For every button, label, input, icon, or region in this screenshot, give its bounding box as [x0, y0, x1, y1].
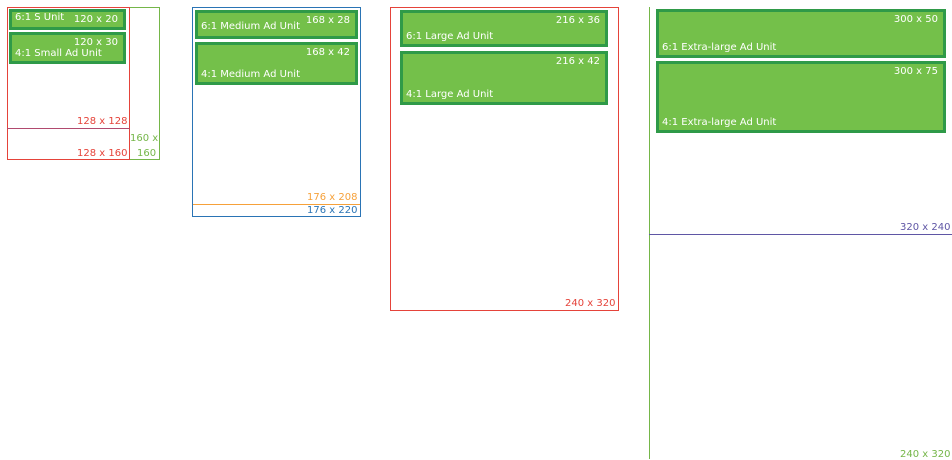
ad-unit-size: 120 x 30 — [73, 37, 118, 48]
screen-label-240x320-xl: 240 x 320 — [900, 449, 951, 460]
ad-unit-4-1-small: 120 x 30 4:1 Small Ad Unit — [9, 32, 126, 64]
screen-label-240x320: 240 x 320 — [565, 298, 616, 309]
ad-unit-4-1-extra-large: 300 x 75 4:1 Extra-large Ad Unit — [656, 61, 946, 133]
ad-unit-6-1-large: 216 x 36 6:1 Large Ad Unit — [400, 10, 608, 47]
ad-unit-name: 6:1 Medium Ad Unit — [201, 21, 300, 32]
screen-label-128x160: 128 x 160 — [77, 148, 128, 159]
screen-divider-128x128 — [7, 128, 130, 129]
screen-label-128x128: 128 x 128 — [77, 116, 128, 127]
ad-unit-4-1-medium: 168 x 42 4:1 Medium Ad Unit — [195, 42, 358, 85]
ad-unit-name: 6:1 Large Ad Unit — [406, 31, 494, 42]
ad-unit-name: 4:1 Large Ad Unit — [406, 89, 494, 100]
ad-unit-name: 6:1 S Unit — [15, 12, 65, 23]
ad-unit-size: 300 x 50 — [893, 14, 938, 25]
ad-unit-size: 168 x 28 — [305, 15, 350, 26]
screen-label-176x208: 176 x 208 — [307, 192, 358, 203]
ad-unit-name: 4:1 Small Ad Unit — [15, 48, 102, 59]
ad-unit-4-1-large: 216 x 42 4:1 Large Ad Unit — [400, 51, 608, 105]
ad-unit-name: 6:1 Extra-large Ad Unit — [662, 42, 777, 53]
ad-unit-name: 4:1 Extra-large Ad Unit — [662, 117, 777, 128]
ad-unit-size: 168 x 42 — [305, 47, 350, 58]
ad-unit-size: 216 x 36 — [555, 15, 600, 26]
screen-label-160x160-line2: 160 — [137, 148, 157, 159]
screen-label-320x240: 320 x 240 — [900, 222, 951, 233]
ad-unit-size: 300 x 75 — [893, 66, 938, 77]
ad-unit-6-1-small: 6:1 S Unit 120 x 20 — [9, 9, 126, 30]
screen-label-160x160-line1: 160 x — [130, 133, 159, 144]
screen-divider-320x240 — [649, 234, 952, 235]
ad-unit-size: 216 x 42 — [555, 56, 600, 67]
screen-edge-240x320 — [649, 7, 650, 459]
ad-unit-6-1-extra-large: 300 x 50 6:1 Extra-large Ad Unit — [656, 9, 946, 58]
screen-label-176x220: 176 x 220 — [307, 205, 358, 216]
ad-unit-6-1-medium: 6:1 Medium Ad Unit 168 x 28 — [195, 10, 358, 39]
ad-unit-size: 120 x 20 — [73, 14, 118, 25]
ad-unit-name: 4:1 Medium Ad Unit — [201, 69, 300, 80]
